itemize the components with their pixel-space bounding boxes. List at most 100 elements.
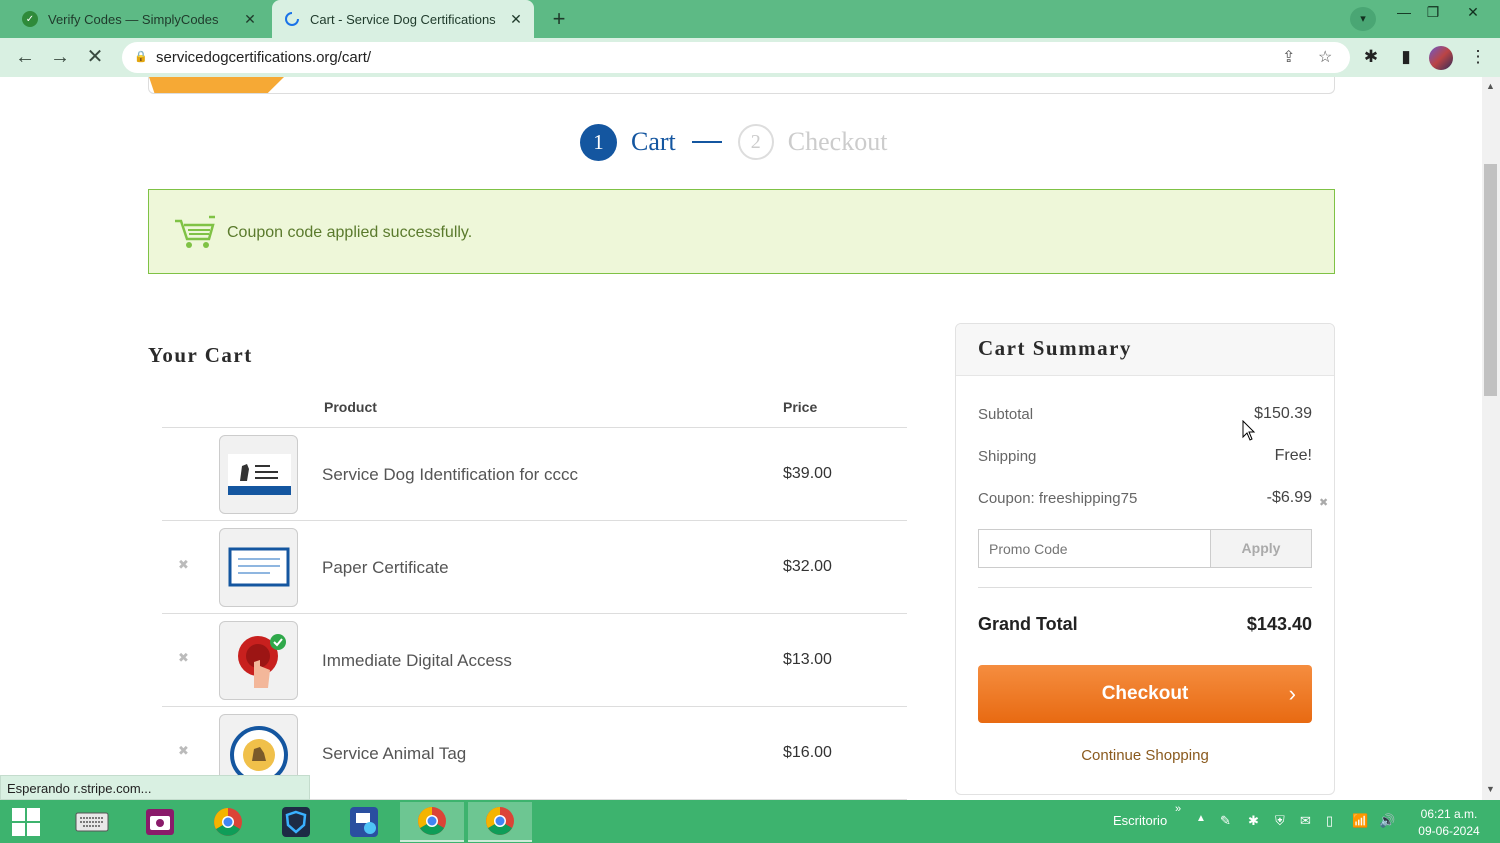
windows-start-icon[interactable] — [0, 802, 52, 842]
remove-item-icon[interactable]: ✖ — [178, 557, 189, 573]
volume-icon[interactable]: 🔊 — [1379, 813, 1395, 829]
security-shield-icon[interactable] — [264, 802, 328, 842]
remove-coupon-icon[interactable]: ✖ — [1319, 496, 1328, 509]
tab-simplycodes[interactable]: ✓ Verify Codes — SimplyCodes ✕ — [12, 0, 268, 38]
close-tab-icon[interactable]: ✕ — [240, 11, 260, 28]
desktop-toolbar-label[interactable]: Escritorio — [1113, 813, 1167, 828]
notice-message: Coupon code applied successfully. — [227, 224, 473, 241]
coupon-label: Coupon: freeshipping75 — [978, 490, 1138, 507]
checkout-label: Checkout — [1101, 683, 1189, 704]
minimize-icon[interactable]: — — [1389, 4, 1419, 20]
status-bar: Esperando r.stripe.com... — [0, 775, 310, 800]
id-card-icon[interactable] — [219, 435, 298, 514]
chrome-profile-icon[interactable] — [400, 802, 464, 842]
site-header-edge — [148, 77, 1335, 94]
bug-icon[interactable]: ✱ — [1248, 813, 1259, 829]
scrollbar-thumb[interactable] — [1484, 164, 1497, 396]
continue-shopping-link[interactable]: Continue Shopping — [956, 747, 1334, 764]
summary-header: Cart Summary — [956, 324, 1334, 376]
simplycodes-favicon-icon: ✓ — [22, 11, 38, 27]
extensions-icon[interactable]: ✱ — [1359, 47, 1383, 67]
cart-title: Your Cart — [148, 343, 253, 367]
summary-divider — [978, 587, 1312, 588]
close-tab-icon[interactable]: ✕ — [506, 11, 526, 28]
product-name[interactable]: Service Dog Identification for cccc — [322, 465, 578, 485]
product-name[interactable]: Service Animal Tag — [322, 744, 466, 764]
summary-title: Cart Summary — [978, 336, 1132, 360]
remove-item-icon[interactable]: ✖ — [178, 743, 189, 759]
shipping-value: Free! — [1274, 447, 1312, 464]
new-tab-icon[interactable]: + — [546, 6, 572, 32]
remote-app-icon[interactable] — [332, 802, 396, 842]
column-product: Product — [324, 399, 377, 415]
camera-app-icon[interactable] — [128, 802, 192, 842]
battery-icon[interactable]: ▯ — [1326, 813, 1333, 829]
promo-code-input[interactable] — [978, 529, 1211, 568]
system-clock[interactable]: 06:21 a.m. 09-06-2024 — [1410, 806, 1488, 840]
apply-button[interactable]: Apply — [1210, 529, 1312, 568]
address-bar[interactable]: 🔒 servicedogcertifications.org/cart/ ⇪ ☆ — [122, 42, 1350, 73]
taskbar: Escritorio » ▲ ✎ ✱ ⛨ ✉ ▯ 📶 🔊 06:21 a.m. … — [0, 800, 1500, 843]
grand-total-label: Grand Total — [978, 614, 1078, 634]
tab-title: Verify Codes — SimplyCodes — [48, 11, 219, 27]
keyboard-icon[interactable] — [60, 802, 124, 842]
digital-access-icon[interactable] — [219, 621, 298, 700]
certificate-icon[interactable] — [219, 528, 298, 607]
security-tray-icon[interactable]: ⛨ — [1275, 813, 1285, 829]
clock-time: 06:21 a.m. — [1420, 807, 1478, 821]
browser-tab-strip: ✓ Verify Codes — SimplyCodes ✕ Cart - Se… — [0, 0, 1500, 38]
stop-loading-icon[interactable]: ✕ — [82, 46, 108, 68]
subtotal-value: $150.39 — [1254, 405, 1312, 422]
product-name[interactable]: Immediate Digital Access — [322, 651, 512, 671]
product-price: $13.00 — [783, 651, 832, 668]
table-row: Service Dog Identification for cccc $39.… — [162, 428, 907, 521]
header-orange-accent — [149, 77, 284, 93]
step-divider — [691, 141, 722, 143]
tab-search-icon[interactable]: ▾ — [1350, 7, 1376, 31]
profile-avatar[interactable] — [1429, 46, 1453, 70]
share-icon[interactable]: ⇪ — [1282, 47, 1295, 67]
grand-total-value: $143.40 — [1246, 614, 1312, 634]
bookmark-star-icon[interactable]: ☆ — [1318, 47, 1332, 67]
tray-chevron-up-icon[interactable]: ▲ — [1196, 813, 1206, 824]
forward-icon[interactable]: → — [47, 46, 73, 68]
step-2-label: Checkout — [787, 127, 888, 156]
product-price: $32.00 — [783, 558, 832, 575]
chevron-right-icon: › — [1288, 681, 1296, 706]
page-scrollbar[interactable]: ▲ ▼ — [1482, 77, 1500, 800]
restore-icon[interactable]: ❐ — [1418, 4, 1448, 21]
side-panel-icon[interactable]: ▮ — [1394, 47, 1418, 67]
pen-icon[interactable]: ✎ — [1220, 813, 1231, 829]
product-name[interactable]: Paper Certificate — [322, 558, 449, 578]
back-icon[interactable]: ← — [12, 46, 38, 68]
clock-date: 09-06-2024 — [1418, 824, 1480, 838]
web-page: 1 Cart 2 Checkout Coupon code applied su… — [0, 77, 1482, 800]
toolbar-expand-icon[interactable]: » — [1175, 803, 1181, 815]
table-row: ✖ Immediate Digital Access $13.00 — [162, 614, 907, 707]
url-text: servicedogcertifications.org/cart/ — [156, 49, 372, 66]
step-2-number: 2 — [737, 124, 774, 160]
browser-toolbar: ← → ✕ 🔒 servicedogcertifications.org/car… — [0, 38, 1500, 77]
product-price: $16.00 — [783, 744, 832, 761]
menu-kebab-icon[interactable]: ⋮ — [1466, 47, 1490, 67]
step-1-number: 1 — [580, 123, 617, 161]
subtotal-label: Subtotal — [978, 406, 1034, 423]
wifi-signal-icon[interactable]: 📶 — [1352, 813, 1368, 829]
coupon-value: -$6.99 — [1266, 489, 1312, 506]
product-price: $39.00 — [783, 465, 832, 482]
remove-item-icon[interactable]: ✖ — [178, 650, 189, 666]
mouse-cursor-icon — [1242, 420, 1256, 441]
checkout-button[interactable]: Checkout › — [978, 665, 1312, 723]
chrome-icon[interactable] — [196, 802, 260, 842]
scroll-up-icon[interactable]: ▲ — [1486, 81, 1495, 91]
shipping-label: Shipping — [978, 448, 1037, 465]
chrome-active-window-icon[interactable] — [468, 802, 532, 842]
tab-cart[interactable]: Cart - Service Dog Certifications ✕ — [272, 0, 534, 38]
close-window-icon[interactable]: ✕ — [1458, 4, 1488, 21]
table-row: ✖ Paper Certificate $32.00 — [162, 521, 907, 614]
checkout-steps: 1 Cart 2 Checkout — [580, 123, 888, 161]
cart-summary-panel: Cart Summary Subtotal $150.39 Shipping F… — [955, 323, 1335, 795]
scroll-down-icon[interactable]: ▼ — [1486, 784, 1495, 794]
lock-icon: 🔒 — [134, 51, 148, 63]
network-disabled-icon[interactable]: ✉ — [1300, 813, 1311, 829]
